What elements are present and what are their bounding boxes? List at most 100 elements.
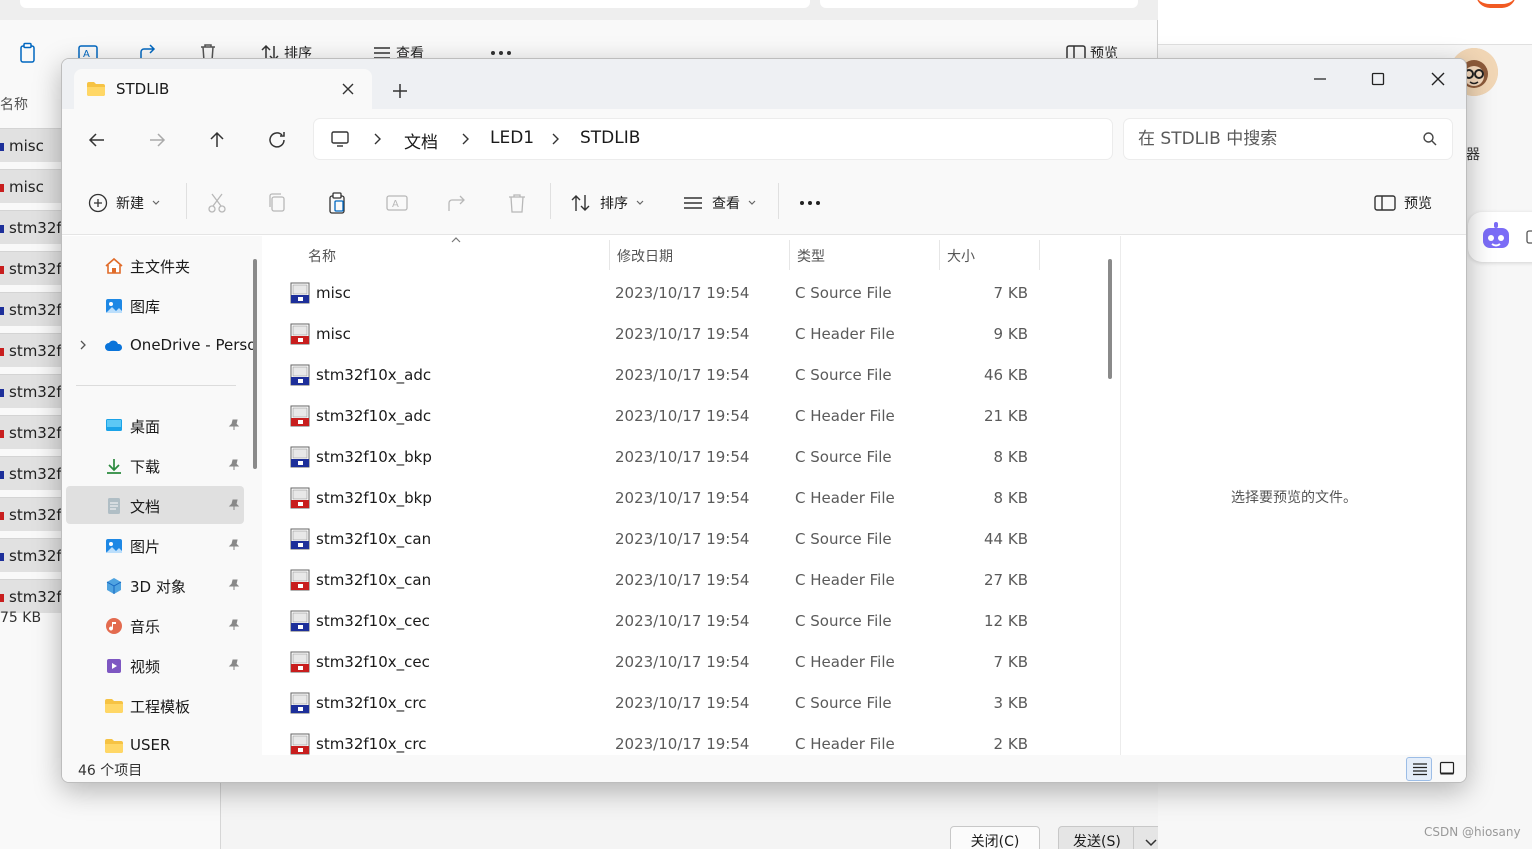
- bg-file-name: stm32f: [9, 465, 62, 483]
- c-file-icon: [0, 143, 4, 151]
- pin-icon[interactable]: [228, 419, 240, 431]
- sidebar-item-videos[interactable]: 视频: [66, 646, 244, 684]
- assistant-robot-button[interactable]: [1468, 212, 1532, 262]
- table-row[interactable]: stm32f10x_crc 2023/10/17 19:54 C Source Fi…: [266, 684, 1118, 725]
- table-row[interactable]: stm32f10x_cec 2023/10/17 19:54 C Source Fi…: [266, 602, 1118, 643]
- back-icon[interactable]: [84, 127, 110, 153]
- table-row[interactable]: misc 2023/10/17 19:54 C Source File 7 KB: [266, 274, 1118, 315]
- plus-circle-icon: [88, 193, 108, 213]
- preview-pane-button[interactable]: 预览: [1374, 191, 1432, 215]
- sort-button[interactable]: 排序: [570, 191, 644, 215]
- pin-icon[interactable]: [228, 499, 240, 511]
- bg-file-row[interactable]: stm32f: [0, 497, 62, 531]
- refresh-icon[interactable]: [264, 127, 290, 153]
- bg-file-row[interactable]: misc: [0, 128, 62, 162]
- column-header-size[interactable]: 大小: [947, 246, 975, 266]
- preview-pane: 选择要预览的文件。: [1120, 236, 1466, 755]
- sidebar-item-gallery[interactable]: 图库: [66, 286, 244, 324]
- file-modified-date: 2023/10/17 19:54: [615, 489, 750, 507]
- rename-icon[interactable]: A: [386, 191, 408, 215]
- bg-send-dropdown-icon[interactable]: [1145, 839, 1157, 847]
- cut-icon[interactable]: [206, 191, 228, 215]
- pin-icon[interactable]: [228, 579, 240, 591]
- breadcrumb-item-documents[interactable]: 文档: [404, 128, 438, 153]
- search-input[interactable]: [1138, 127, 1408, 151]
- table-row[interactable]: stm32f10x_can 2023/10/17 19:54 C Source Fi…: [266, 520, 1118, 561]
- table-row[interactable]: stm32f10x_cec 2023/10/17 19:54 C Header Fi…: [266, 643, 1118, 684]
- bg-file-row[interactable]: stm32f: [0, 579, 62, 613]
- sidebar-item-music[interactable]: 音乐: [66, 606, 244, 644]
- sidebar-item-onedrive[interactable]: OneDrive - Perso: [66, 326, 256, 364]
- pin-icon[interactable]: [228, 539, 240, 551]
- column-header-type[interactable]: 类型: [797, 246, 825, 266]
- breadcrumb[interactable]: 文档 LED1 STDLIB: [314, 119, 1112, 159]
- more-options-icon[interactable]: [798, 191, 822, 215]
- bg-file-row[interactable]: stm32f: [0, 292, 62, 326]
- share-icon[interactable]: [446, 191, 468, 215]
- maximize-icon[interactable]: [1358, 67, 1398, 91]
- bg-file-row[interactable]: stm32f: [0, 538, 62, 572]
- copy-icon[interactable]: [266, 191, 288, 215]
- sidebar-item-home[interactable]: 主文件夹: [66, 246, 244, 284]
- search-box[interactable]: [1124, 119, 1452, 159]
- chevron-down-icon: [152, 200, 160, 205]
- sidebar-item-download[interactable]: 下载: [66, 446, 244, 484]
- breadcrumb-item-led1[interactable]: LED1: [490, 128, 534, 148]
- bg-file-row[interactable]: stm32f: [0, 456, 62, 490]
- bg-file-row[interactable]: misc: [0, 169, 62, 203]
- bg-close-button[interactable]: 关闭(C): [950, 826, 1040, 849]
- file-list-scrollbar[interactable]: [1108, 259, 1112, 379]
- c-file-icon: [0, 389, 4, 397]
- new-tab-icon[interactable]: [388, 79, 412, 103]
- bg-send-button[interactable]: 发送(S): [1058, 826, 1170, 849]
- chevron-right-icon[interactable]: [372, 131, 382, 147]
- sidebar-item-desktop[interactable]: 桌面: [66, 406, 244, 444]
- close-tab-icon[interactable]: [338, 79, 358, 99]
- item-count: 46 个项目: [78, 763, 143, 779]
- pin-icon[interactable]: [228, 659, 240, 671]
- bg-file-row[interactable]: stm32f: [0, 374, 62, 408]
- search-icon[interactable]: [1422, 131, 1438, 147]
- sidebar-scrollbar[interactable]: [253, 259, 257, 469]
- details-view-button[interactable]: [1406, 757, 1432, 781]
- bg-file-row[interactable]: stm32f: [0, 210, 62, 244]
- sidebar-item-3d-objects[interactable]: 3D 对象: [66, 566, 244, 604]
- forward-icon[interactable]: [144, 127, 170, 153]
- bg-file-row[interactable]: stm32f: [0, 415, 62, 449]
- up-icon[interactable]: [204, 127, 230, 153]
- pin-icon[interactable]: [228, 459, 240, 471]
- column-header-modified[interactable]: 修改日期: [617, 246, 673, 266]
- bg-paste-icon[interactable]: [18, 40, 38, 66]
- computer-icon[interactable]: [330, 129, 350, 149]
- table-row[interactable]: stm32f10x_adc 2023/10/17 19:54 C Source Fi…: [266, 356, 1118, 397]
- table-row[interactable]: stm32f10x_adc 2023/10/17 19:54 C Header Fi…: [266, 397, 1118, 438]
- bg-file-name: misc: [9, 178, 44, 196]
- table-row[interactable]: stm32f10x_bkp 2023/10/17 19:54 C Source Fi…: [266, 438, 1118, 479]
- bg-file-row[interactable]: stm32f: [0, 333, 62, 367]
- bg-file-name: stm32f: [9, 547, 62, 565]
- paste-icon[interactable]: [326, 191, 348, 215]
- close-window-icon[interactable]: [1418, 67, 1458, 91]
- table-row[interactable]: misc 2023/10/17 19:54 C Header File 9 KB: [266, 315, 1118, 356]
- sidebar-item-label: 视频: [130, 658, 161, 676]
- delete-icon[interactable]: [506, 191, 528, 215]
- breadcrumb-item-stdlib[interactable]: STDLIB: [580, 128, 640, 148]
- minimize-icon[interactable]: [1300, 67, 1340, 91]
- expand-chevron-icon[interactable]: [78, 339, 88, 351]
- table-row[interactable]: stm32f10x_bkp 2023/10/17 19:54 C Header Fi…: [266, 479, 1118, 520]
- bg-file-row[interactable]: stm32f: [0, 251, 62, 285]
- sidebar-item-documents[interactable]: 文档: [66, 486, 244, 524]
- tiles-view-button[interactable]: [1434, 757, 1460, 781]
- tab-stdlib[interactable]: STDLIB: [74, 69, 372, 109]
- new-button[interactable]: 新建: [88, 191, 160, 215]
- chevron-right-icon[interactable]: [550, 131, 560, 147]
- column-header-name[interactable]: 名称: [308, 246, 336, 266]
- chevron-right-icon[interactable]: [460, 131, 470, 147]
- pin-icon[interactable]: [228, 619, 240, 631]
- tab-title: STDLIB: [116, 80, 170, 98]
- file-name: stm32f10x_bkp: [316, 448, 432, 466]
- sidebar-item-folder[interactable]: 工程模板: [66, 686, 244, 724]
- table-row[interactable]: stm32f10x_can 2023/10/17 19:54 C Header Fi…: [266, 561, 1118, 602]
- view-button[interactable]: 查看: [682, 191, 756, 215]
- sidebar-item-pictures[interactable]: 图片: [66, 526, 244, 564]
